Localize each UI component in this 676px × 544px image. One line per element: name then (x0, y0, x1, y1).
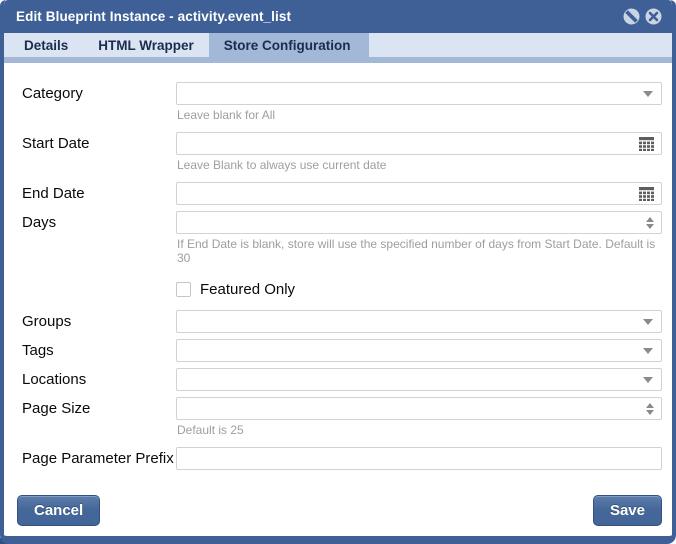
locations-label: Locations (22, 368, 176, 391)
form-row-category: Category Leave blank for All (22, 82, 662, 126)
featured-only-checkbox[interactable] (176, 282, 191, 297)
calendar-icon[interactable] (638, 187, 655, 201)
dialog-body: Category Leave blank for All Start Date (4, 63, 672, 536)
edit-blueprint-dialog: Edit Blueprint Instance - activity.event… (0, 0, 676, 544)
chevron-down-icon[interactable] (643, 91, 661, 97)
stepper-icons[interactable] (646, 403, 654, 415)
form-row-start-date: Start Date (22, 132, 662, 176)
chevron-down-icon[interactable] (643, 348, 661, 354)
cancel-button[interactable]: Cancel (17, 495, 100, 526)
spinner-up-icon[interactable] (646, 217, 654, 222)
tags-combobox[interactable] (176, 339, 662, 362)
spacer-label (22, 275, 176, 304)
category-input[interactable] (177, 84, 643, 103)
page-parameter-prefix-label: Page Parameter Prefix (22, 447, 176, 470)
tab-bar: Details HTML Wrapper Store Configuration (4, 33, 672, 63)
form-row-groups: Groups (22, 310, 662, 333)
chevron-down-icon[interactable] (643, 319, 661, 325)
page-parameter-prefix-input[interactable] (177, 449, 661, 468)
form-row-end-date: End Date (22, 182, 662, 205)
tags-label: Tags (22, 339, 176, 362)
page-size-label: Page Size (22, 397, 176, 441)
tags-input[interactable] (177, 341, 643, 360)
block-icon[interactable] (623, 8, 640, 25)
stepper-icons[interactable] (646, 217, 654, 229)
page-size-helper-text: Default is 25 (177, 423, 662, 437)
form-row-locations: Locations (22, 368, 662, 391)
form-row-days: Days If End Date is blank, store will us… (22, 211, 662, 269)
category-combobox[interactable] (176, 82, 662, 105)
locations-combobox[interactable] (176, 368, 662, 391)
groups-label: Groups (22, 310, 176, 333)
tab-store-configuration[interactable]: Store Configuration (209, 33, 369, 63)
days-input[interactable] (177, 213, 646, 232)
save-button[interactable]: Save (593, 495, 662, 526)
chevron-down-icon[interactable] (643, 377, 661, 383)
spinner-down-icon[interactable] (646, 410, 654, 415)
page-size-input[interactable] (177, 399, 646, 418)
groups-input[interactable] (177, 312, 643, 331)
end-date-label: End Date (22, 182, 176, 205)
form-row-featured-only: Featured Only (22, 275, 662, 304)
start-date-field[interactable] (176, 132, 662, 155)
form-row-page-size: Page Size Default is 25 (22, 397, 662, 441)
form-row-page-parameter-prefix: Page Parameter Prefix (22, 447, 662, 470)
category-label: Category (22, 82, 176, 126)
tab-html-wrapper[interactable]: HTML Wrapper (83, 33, 209, 63)
locations-input[interactable] (177, 370, 643, 389)
store-configuration-form: Category Leave blank for All Start Date (4, 63, 672, 470)
dialog-titlebar: Edit Blueprint Instance - activity.event… (4, 0, 672, 33)
titlebar-icons (623, 8, 662, 25)
featured-only-label: Featured Only (200, 281, 295, 298)
groups-combobox[interactable] (176, 310, 662, 333)
start-date-input[interactable] (177, 134, 638, 153)
start-date-helper-text: Leave Blank to always use current date (177, 158, 662, 172)
days-helper-text: If End Date is blank, store will use the… (177, 237, 662, 265)
dialog-title: Edit Blueprint Instance - activity.event… (16, 9, 623, 24)
start-date-label: Start Date (22, 132, 176, 176)
end-date-input[interactable] (177, 184, 638, 203)
tab-details[interactable]: Details (9, 33, 83, 63)
end-date-field[interactable] (176, 182, 662, 205)
form-row-tags: Tags (22, 339, 662, 362)
category-helper-text: Leave blank for All (177, 108, 662, 122)
spinner-down-icon[interactable] (646, 224, 654, 229)
page-parameter-prefix-field[interactable] (176, 447, 662, 470)
calendar-icon[interactable] (638, 137, 655, 151)
days-stepper[interactable] (176, 211, 662, 234)
days-label: Days (22, 211, 176, 269)
spinner-up-icon[interactable] (646, 403, 654, 408)
page-size-stepper[interactable] (176, 397, 662, 420)
close-icon[interactable] (645, 8, 662, 25)
